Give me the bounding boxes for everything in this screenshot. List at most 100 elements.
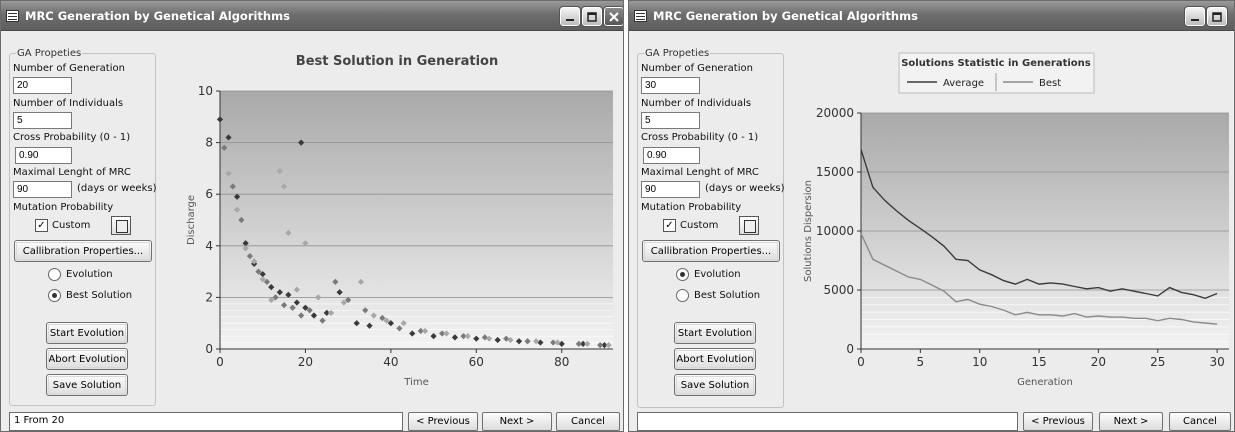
save-solution-button[interactable]: Save Solution xyxy=(46,374,128,396)
cross-probability-label: Cross Probability (0 - 1) xyxy=(13,132,131,143)
legend-entry: Best xyxy=(1039,78,1061,89)
custom-checkbox[interactable]: ✓ xyxy=(663,219,676,232)
y-tick-label: 0 xyxy=(205,342,213,356)
y-tick-label: 4 xyxy=(205,239,213,253)
x-tick-label: 25 xyxy=(1150,355,1165,369)
x-tick-label: 80 xyxy=(554,355,569,369)
cross-probability-input[interactable] xyxy=(643,147,700,164)
minimize-button[interactable] xyxy=(1184,6,1206,27)
title-bar[interactable]: MRC Generation by Genetical Algorithms xyxy=(629,1,1234,31)
cancel-button[interactable]: Cancel xyxy=(1169,412,1231,431)
cancel-button[interactable]: Cancel xyxy=(556,412,620,431)
window-right: MRC Generation by Genetical Algorithms G… xyxy=(628,0,1235,432)
previous-button[interactable]: < Previous xyxy=(408,412,478,431)
custom-label: Custom xyxy=(52,220,91,231)
next-button[interactable]: Next > xyxy=(482,412,552,431)
individuals-label: Number of Individuals xyxy=(641,98,752,109)
x-tick-label: 5 xyxy=(917,355,925,369)
cross-probability-label: Cross Probability (0 - 1) xyxy=(641,132,759,143)
x-tick-label: 20 xyxy=(298,355,313,369)
generations-label: Number of Generation xyxy=(13,63,125,74)
evolution-radio[interactable] xyxy=(48,268,61,281)
legend-title: Solutions Statistic in Generations xyxy=(901,58,1091,69)
window-left: MRC Generation by Genetical Algorithms G… xyxy=(0,0,624,432)
y-axis-label: Discharge xyxy=(186,195,197,245)
maximize-button[interactable] xyxy=(1206,6,1228,27)
mutation-label: Mutation Probability xyxy=(13,202,114,213)
best-solution-chart: Best Solution in Generation 0 2 4 6 8 10 0 20 40 6… xyxy=(186,54,613,388)
y-tick-label: 20000 xyxy=(816,106,854,120)
generation-status-box xyxy=(637,412,1018,431)
minimize-icon xyxy=(1191,18,1199,21)
close-icon xyxy=(609,11,619,22)
mutation-label: Mutation Probability xyxy=(641,202,742,213)
y-tick-label: 10000 xyxy=(816,224,854,238)
mrc-unit-label: (days or weeks) xyxy=(77,183,157,194)
mrc-length-input[interactable] xyxy=(641,181,700,198)
app-icon xyxy=(634,10,647,22)
best-solution-radio[interactable] xyxy=(48,289,61,302)
close-button[interactable] xyxy=(603,6,623,27)
cross-probability-input[interactable] xyxy=(15,147,72,164)
y-tick-label: 0 xyxy=(846,342,854,356)
minimize-button[interactable] xyxy=(559,6,581,27)
generations-input[interactable] xyxy=(13,77,72,94)
mrc-length-label: Maximal Lenght of MRC xyxy=(13,167,131,178)
window-title: MRC Generation by Genetical Algorithms xyxy=(653,9,918,23)
calibration-properties-button[interactable]: Callibration Properties... xyxy=(14,240,152,262)
x-axis-label: Time xyxy=(403,377,428,388)
next-button[interactable]: Next > xyxy=(1099,412,1163,431)
individuals-input[interactable] xyxy=(641,112,700,129)
best-solution-radio[interactable] xyxy=(676,289,689,302)
group-title: GA Propeties xyxy=(16,48,83,59)
maximize-icon xyxy=(587,11,597,22)
best-solution-label: Best Solution xyxy=(694,290,761,301)
y-tick-label: 5000 xyxy=(823,283,854,297)
generations-input[interactable] xyxy=(641,77,700,94)
group-title: GA Propeties xyxy=(644,48,711,59)
title-bar[interactable]: MRC Generation by Genetical Algorithms xyxy=(1,1,623,31)
window-title: MRC Generation by Genetical Algorithms xyxy=(25,9,290,23)
best-solution-label: Best Solution xyxy=(66,290,133,301)
y-tick-label: 10 xyxy=(198,84,213,98)
maximize-icon xyxy=(1212,11,1222,22)
y-tick-label: 8 xyxy=(205,136,213,150)
x-tick-label: 0 xyxy=(857,355,865,369)
app-icon xyxy=(6,10,19,22)
generation-status-box: 1 From 20 xyxy=(9,412,403,431)
x-tick-label: 20 xyxy=(1091,355,1106,369)
previous-button[interactable]: < Previous xyxy=(1023,412,1093,431)
evolution-label: Evolution xyxy=(66,269,113,280)
x-tick-label: 0 xyxy=(216,355,224,369)
legend-entry: Average xyxy=(943,78,984,89)
calibration-properties-button[interactable]: Callibration Properties... xyxy=(642,240,780,262)
x-tick-label: 40 xyxy=(383,355,398,369)
mutation-settings-icon[interactable] xyxy=(111,216,131,235)
generations-label: Number of Generation xyxy=(641,63,753,74)
y-tick-label: 15000 xyxy=(816,165,854,179)
abort-evolution-button[interactable]: Abort Evolution xyxy=(674,348,756,370)
save-solution-button[interactable]: Save Solution xyxy=(674,374,756,396)
x-tick-label: 30 xyxy=(1209,355,1224,369)
mrc-length-input[interactable] xyxy=(13,181,72,198)
solutions-statistic-chart: Solutions Statistic in Generations Averag… xyxy=(803,52,1229,388)
mrc-length-label: Maximal Lenght of MRC xyxy=(641,167,759,178)
x-tick-label: 15 xyxy=(1031,355,1046,369)
custom-label: Custom xyxy=(680,220,719,231)
minimize-icon xyxy=(566,18,574,21)
abort-evolution-button[interactable]: Abort Evolution xyxy=(46,348,128,370)
x-axis-label: Generation xyxy=(1017,377,1073,388)
start-evolution-button[interactable]: Start Evolution xyxy=(674,322,756,344)
evolution-radio[interactable] xyxy=(676,268,689,281)
custom-checkbox[interactable]: ✓ xyxy=(35,219,48,232)
x-tick-label: 60 xyxy=(469,355,484,369)
y-tick-label: 6 xyxy=(205,187,213,201)
start-evolution-button[interactable]: Start Evolution xyxy=(46,322,128,344)
mutation-settings-icon[interactable] xyxy=(739,216,759,235)
individuals-input[interactable] xyxy=(13,112,72,129)
y-axis-label: Solutions Dispersion xyxy=(803,180,814,282)
maximize-button[interactable] xyxy=(581,6,603,27)
individuals-label: Number of Individuals xyxy=(13,98,124,109)
mrc-unit-label: (days or weeks) xyxy=(705,183,785,194)
y-tick-label: 2 xyxy=(205,290,213,304)
